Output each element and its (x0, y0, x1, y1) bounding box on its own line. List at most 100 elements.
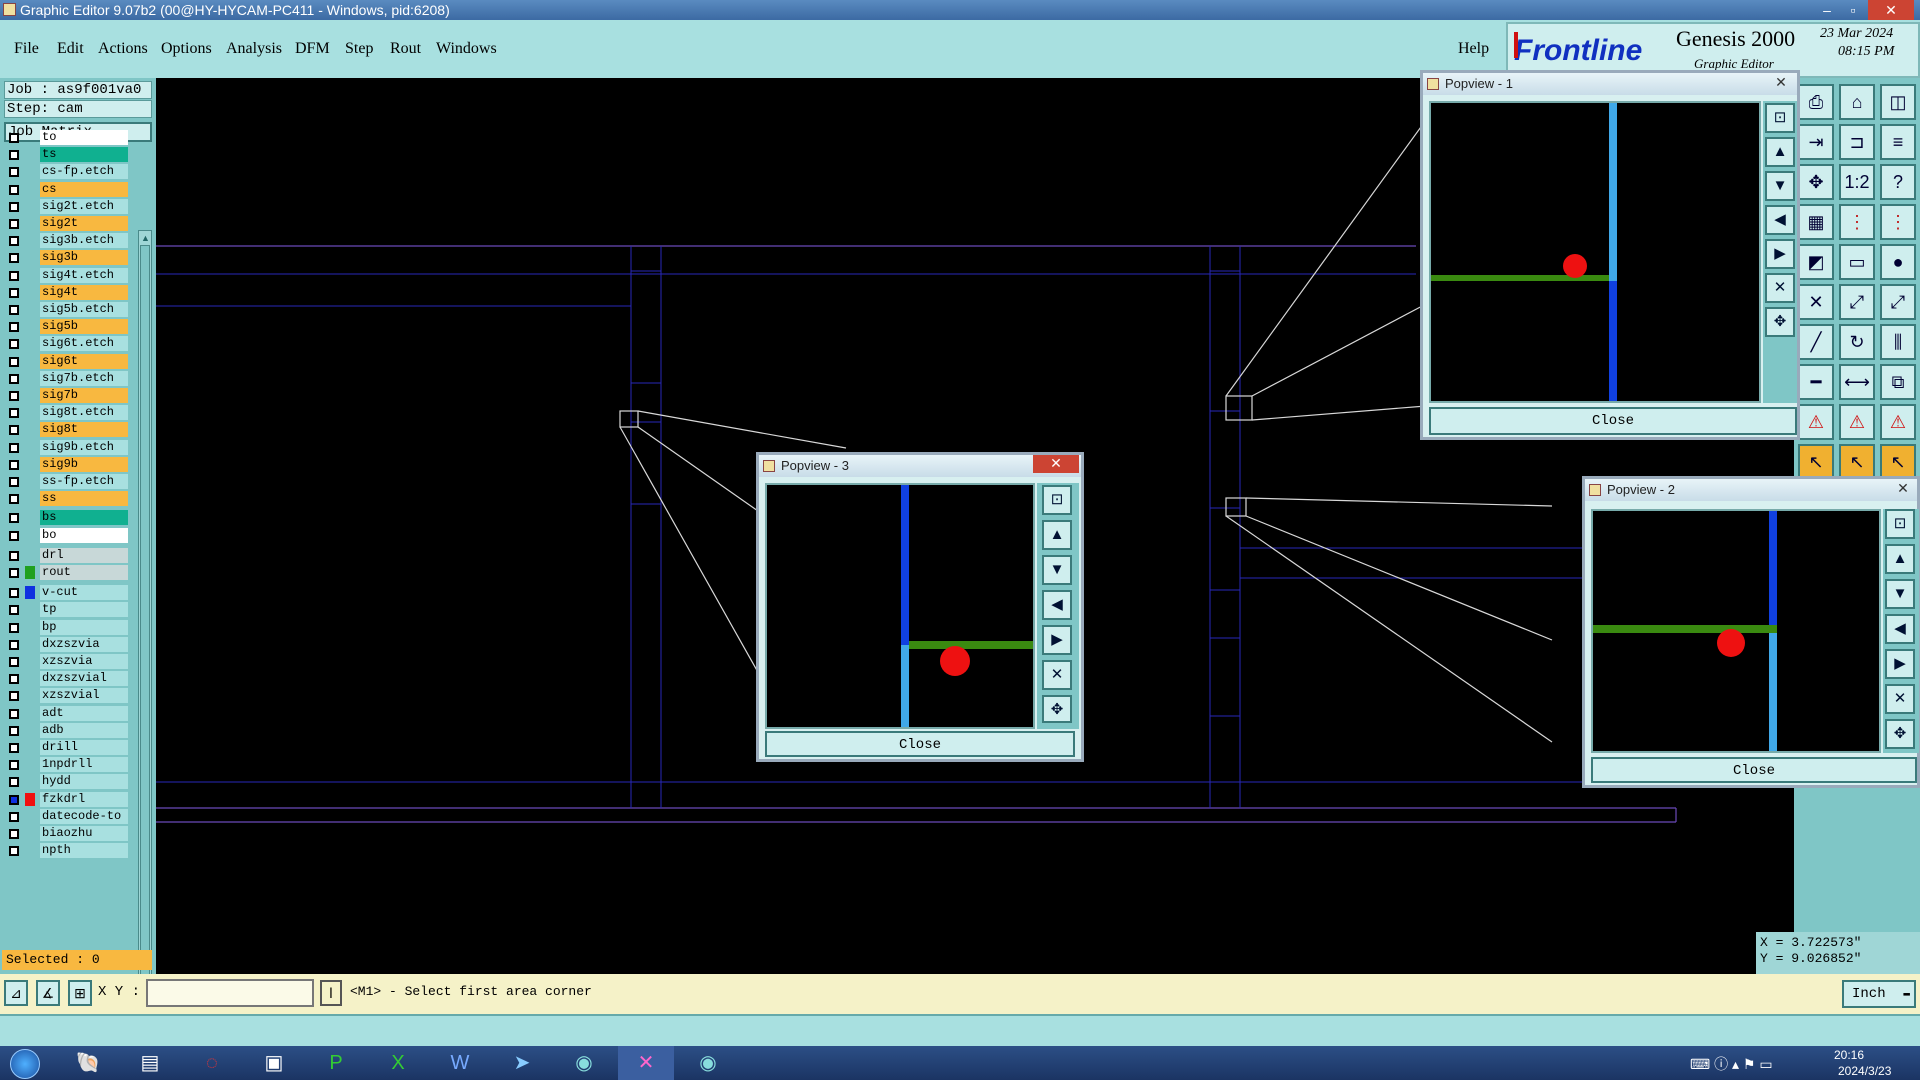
layer-checkbox[interactable] (9, 133, 19, 143)
ruler-icon[interactable]: ▭ (1839, 244, 1875, 280)
layer-name[interactable]: sig5b (40, 319, 128, 335)
align-icon[interactable]: ⫼ (1880, 324, 1916, 360)
layer-row[interactable]: sig6t.etch (6, 336, 128, 352)
layer-row[interactable]: sig2t (6, 216, 128, 231)
xy-input[interactable] (146, 979, 314, 1007)
cross-icon[interactable]: ✕ (1798, 284, 1834, 320)
layer-checkbox[interactable] (9, 287, 19, 298)
layer-checkbox[interactable] (9, 846, 19, 857)
menu-rout[interactable]: Rout (390, 20, 421, 78)
info-icon[interactable]: ⅼ (320, 980, 342, 1006)
taskbar-excel-icon[interactable]: X (370, 1046, 426, 1080)
layer-checkbox[interactable] (9, 513, 19, 524)
units-selector[interactable]: Inch ▬ (1842, 980, 1916, 1008)
layer-checkbox[interactable] (9, 708, 19, 719)
grid-icon[interactable]: ⊞ (68, 980, 92, 1006)
layer-checkbox[interactable] (9, 550, 19, 561)
layer-checkbox[interactable] (9, 391, 19, 401)
import-icon[interactable]: ⇥ (1798, 124, 1834, 160)
layer-checkbox[interactable] (9, 674, 19, 685)
layer-name[interactable]: sig8t.etch (40, 405, 128, 421)
pan-right-icon[interactable]: ▶ (1765, 239, 1795, 269)
maximize-icon[interactable]: ▫ (1840, 0, 1866, 20)
layer-row[interactable]: v-cut (6, 585, 128, 601)
layer-row[interactable]: sig4t (6, 284, 128, 300)
zoom-fit-icon[interactable]: ⊡ (1765, 103, 1795, 133)
layer-checkbox[interactable] (9, 339, 19, 350)
taskbar-app-icon[interactable]: ◌ (184, 1046, 240, 1080)
layer-row[interactable]: drill (6, 740, 128, 755)
layer-checkbox[interactable] (9, 184, 19, 195)
system-tray[interactable]: ⌨ ⓘ ▴ ⚑ ▭ (1690, 1052, 1786, 1076)
layer-row[interactable]: rout (6, 565, 128, 580)
pointer-alt-icon[interactable]: ↖ (1839, 444, 1875, 480)
layer-row[interactable]: sig5b.etch (6, 302, 128, 317)
layer-checkbox[interactable] (9, 494, 19, 505)
layer-checkbox[interactable] (9, 201, 19, 212)
layer-row[interactable]: sig9b (6, 456, 128, 472)
layer-name[interactable]: ss (40, 491, 128, 507)
layer-row[interactable]: ts (6, 147, 128, 163)
minimize-icon[interactable]: ‒ (1814, 0, 1840, 20)
layer-name[interactable]: bo (40, 527, 128, 543)
list-icon[interactable]: ≡ (1880, 124, 1916, 160)
layer-row[interactable]: 1npdrll (6, 757, 128, 773)
zoom-out-icon[interactable]: ✥ (1885, 719, 1915, 749)
layer-name[interactable]: dxzszvial (40, 671, 128, 687)
layer-name[interactable]: bs (40, 510, 128, 526)
layer-checkbox[interactable] (9, 150, 19, 161)
dot-icon[interactable]: ● (1880, 244, 1916, 280)
scroll-up-icon[interactable]: ▲ (141, 233, 150, 243)
home-icon[interactable]: ⌂ (1839, 84, 1875, 120)
layer-row[interactable]: fzkdrl (6, 791, 128, 807)
pan-left-icon[interactable]: ◀ (1042, 590, 1072, 620)
angle-icon[interactable]: ∡ (36, 980, 60, 1006)
zoom-in-icon[interactable]: ✕ (1042, 660, 1072, 690)
help-icon[interactable]: ? (1880, 164, 1916, 200)
close-icon[interactable]: ✕ (1769, 74, 1793, 92)
taskbar-save-icon[interactable]: ▣ (246, 1046, 302, 1080)
layer-name[interactable]: rout (40, 565, 128, 580)
layer-row[interactable]: cs-fp.etch (6, 164, 128, 180)
close-icon[interactable]: ✕ (1033, 455, 1079, 473)
menu-step[interactable]: Step (345, 20, 373, 78)
popview-3-canvas[interactable] (765, 483, 1035, 729)
split-icon[interactable]: ⊐ (1839, 124, 1875, 160)
taskbar-word-icon[interactable]: W (432, 1046, 488, 1080)
layer-name[interactable]: sig6t (40, 353, 128, 369)
layer-name[interactable]: sig2t (40, 216, 128, 231)
layer-name[interactable]: sig7b (40, 388, 128, 403)
layer-icon[interactable]: ◩ (1798, 244, 1834, 280)
layer-row[interactable]: bp (6, 619, 128, 635)
layer-name[interactable]: bp (40, 619, 128, 635)
layer-checkbox[interactable] (9, 811, 19, 822)
layer-row[interactable]: sig3b.etch (6, 233, 128, 249)
layer-row[interactable]: dxzszvial (6, 671, 128, 687)
layer-name[interactable]: sig6t.etch (40, 336, 128, 352)
layer-row[interactable]: biaozhu (6, 826, 128, 841)
layer-name[interactable]: biaozhu (40, 826, 128, 841)
layer-name[interactable]: adb (40, 722, 128, 738)
layer-row[interactable]: xzszvial (6, 688, 128, 704)
menu-actions[interactable]: Actions (98, 20, 148, 78)
popview-3-close-button[interactable]: Close (765, 731, 1075, 757)
connect-alt-icon[interactable]: ⤢ (1880, 284, 1916, 320)
layer-checkbox[interactable] (9, 777, 19, 788)
layer-name[interactable]: to (40, 130, 128, 145)
layer-checkbox[interactable] (9, 568, 19, 578)
close-icon[interactable]: ✕ (1891, 480, 1915, 498)
layer-checkbox[interactable] (9, 270, 19, 281)
pan-down-icon[interactable]: ▼ (1885, 579, 1915, 609)
layer-row[interactable]: sig5b (6, 319, 128, 335)
layer-name[interactable]: tp (40, 602, 128, 618)
layer-name[interactable]: dxzszvia (40, 636, 128, 652)
layer-checkbox[interactable] (9, 408, 19, 419)
layer-checkbox[interactable] (9, 760, 19, 771)
move-icon[interactable]: ✥ (1798, 164, 1834, 200)
layer-checkbox[interactable] (9, 725, 19, 736)
scroll-thumb[interactable] (140, 245, 150, 985)
zoom-out-icon[interactable]: ✥ (1042, 695, 1072, 723)
layer-name[interactable]: sig4t (40, 284, 128, 300)
layer-name[interactable]: sig8t (40, 422, 128, 438)
print-icon[interactable]: ⎙ (1798, 84, 1834, 120)
